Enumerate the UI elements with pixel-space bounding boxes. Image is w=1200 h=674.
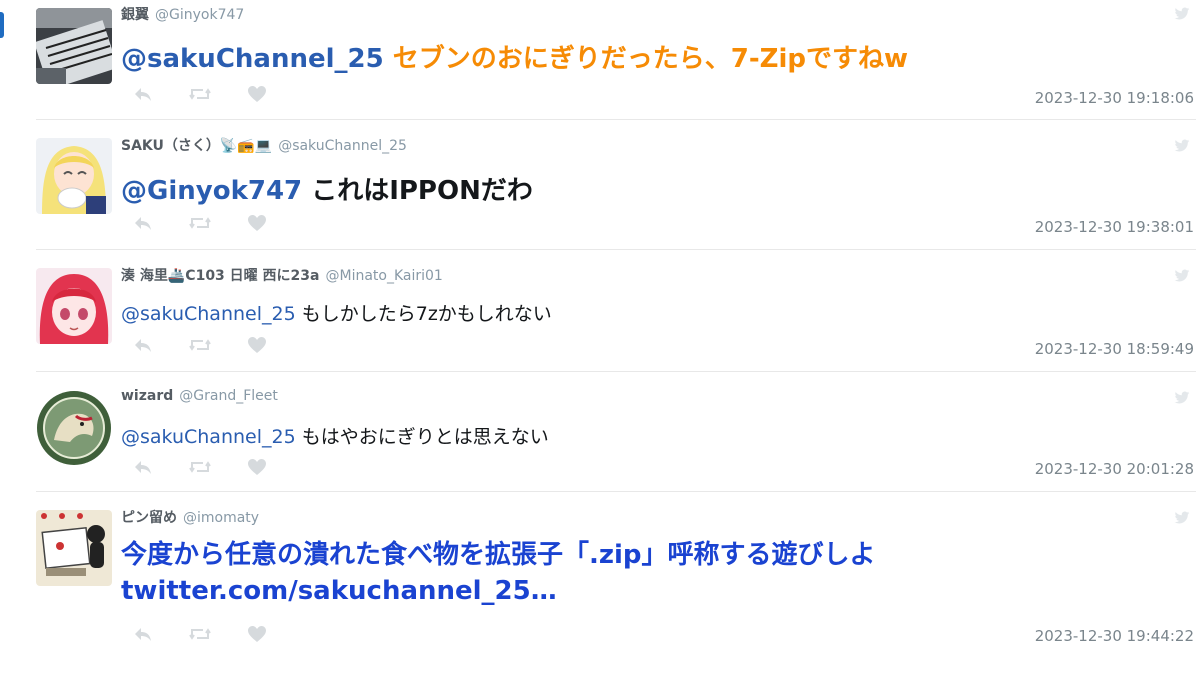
mention-link[interactable]: @sakuChannel_25 — [121, 44, 384, 74]
tweet-card: 銀翼 @Ginyok747 @sakuChannel_25 セブンのおにぎりだった… — [36, 0, 1196, 120]
timestamp[interactable]: 2023-12-30 20:01:28 — [1035, 460, 1194, 478]
tweet-actions — [133, 212, 267, 234]
tweet-text: 今度から任意の潰れた食べ物を拡張子「.zip」呼称する遊びしよ twitter.… — [121, 537, 1121, 609]
twitter-bird-icon[interactable] — [1174, 268, 1190, 287]
tweet-link[interactable]: twitter.com/sakuchannel_25… — [121, 573, 1121, 609]
tweet-message: もはやおにぎりとは思えない — [295, 426, 549, 448]
timestamp[interactable]: 2023-12-30 19:38:01 — [1035, 218, 1194, 236]
timestamp[interactable]: 2023-12-30 19:18:06 — [1035, 89, 1194, 107]
tweet-card: wizard @Grand_Fleet @sakuChannel_25 もはやおに… — [36, 372, 1196, 492]
tweet-actions — [133, 623, 267, 645]
avatar[interactable] — [36, 8, 112, 84]
mention-link[interactable]: @sakuChannel_25 — [121, 426, 296, 448]
tweet-text: @sakuChannel_25 もしかしたら7zかもしれない — [121, 299, 552, 326]
tweet-message: もしかしたら7zかもしれない — [295, 303, 552, 325]
author-name[interactable]: wizard — [121, 388, 173, 404]
like-icon[interactable] — [247, 214, 267, 232]
tweet-text: @Ginyok747 これはIPPONだわ — [121, 170, 533, 207]
author-handle[interactable]: @sakuChannel_25 — [278, 138, 407, 154]
reply-icon[interactable] — [133, 215, 153, 231]
like-icon[interactable] — [247, 458, 267, 476]
reply-icon[interactable] — [133, 337, 153, 353]
tweet-card: ピン留め @imomaty 今度から任意の潰れた食べ物を拡張子「.zip」呼称する… — [36, 492, 1196, 662]
author-name[interactable]: 湊 海里🚢C103 日曜 西に23a — [121, 268, 319, 284]
author-handle[interactable]: @Ginyok747 — [155, 7, 244, 23]
tweet-actions — [133, 83, 267, 105]
reply-icon[interactable] — [133, 459, 153, 475]
tweet-text: @sakuChannel_25 もはやおにぎりとは思えない — [121, 422, 549, 449]
avatar[interactable] — [36, 390, 112, 466]
tweet-header: ピン留め @imomaty — [121, 507, 259, 527]
avatar[interactable] — [36, 268, 112, 344]
avatar[interactable] — [36, 138, 112, 214]
author-name[interactable]: ピン留め — [121, 510, 177, 526]
tweet-text: @sakuChannel_25 セブンのおにぎりだったら、7-Zipですねw — [121, 38, 908, 75]
mention-link[interactable]: @Ginyok747 — [121, 176, 302, 206]
tweet-message: 今度から任意の潰れた食べ物を拡張子「.zip」呼称する遊びしよ — [121, 540, 876, 570]
author-handle[interactable]: @Minato_Kairi01 — [325, 268, 442, 284]
like-icon[interactable] — [247, 85, 267, 103]
like-icon[interactable] — [247, 625, 267, 643]
tweet-actions — [133, 456, 267, 478]
twitter-bird-icon[interactable] — [1174, 390, 1190, 409]
twitter-bird-icon[interactable] — [1174, 138, 1190, 157]
retweet-icon[interactable] — [189, 626, 211, 642]
author-handle[interactable]: @imomaty — [183, 510, 259, 526]
avatar[interactable] — [36, 510, 112, 586]
author-name[interactable]: 銀翼 — [121, 7, 149, 23]
mention-link[interactable]: @sakuChannel_25 — [121, 303, 296, 325]
retweet-icon[interactable] — [189, 215, 211, 231]
retweet-icon[interactable] — [189, 459, 211, 475]
left-edge-tab[interactable] — [0, 12, 4, 38]
reply-icon[interactable] — [133, 86, 153, 102]
tweet-actions — [133, 334, 267, 356]
tweet-header: SAKU（さく）📡📻💻 @sakuChannel_25 — [121, 135, 407, 155]
twitter-bird-icon[interactable] — [1174, 6, 1190, 25]
tweet-header: wizard @Grand_Fleet — [121, 388, 278, 404]
retweet-icon[interactable] — [189, 337, 211, 353]
reply-icon[interactable] — [133, 626, 153, 642]
tweet-feed: 銀翼 @Ginyok747 @sakuChannel_25 セブンのおにぎりだった… — [36, 0, 1196, 662]
tweet-card: SAKU（さく）📡📻💻 @sakuChannel_25 @Ginyok747 これ… — [36, 120, 1196, 250]
timestamp[interactable]: 2023-12-30 18:59:49 — [1035, 340, 1194, 358]
retweet-icon[interactable] — [189, 86, 211, 102]
tweet-header: 銀翼 @Ginyok747 — [121, 4, 244, 24]
like-icon[interactable] — [247, 336, 267, 354]
twitter-bird-icon[interactable] — [1174, 510, 1190, 529]
author-handle[interactable]: @Grand_Fleet — [179, 388, 278, 404]
tweet-message: これはIPPONだわ — [302, 176, 533, 206]
tweet-header: 湊 海里🚢C103 日曜 西に23a @Minato_Kairi01 — [121, 265, 443, 285]
author-name[interactable]: SAKU（さく）📡📻💻 — [121, 138, 272, 154]
tweet-message: セブンのおにぎりだったら、7-Zipですねw — [383, 44, 909, 74]
timestamp[interactable]: 2023-12-30 19:44:22 — [1035, 627, 1194, 645]
tweet-card: 湊 海里🚢C103 日曜 西に23a @Minato_Kairi01 @sakuC… — [36, 250, 1196, 372]
